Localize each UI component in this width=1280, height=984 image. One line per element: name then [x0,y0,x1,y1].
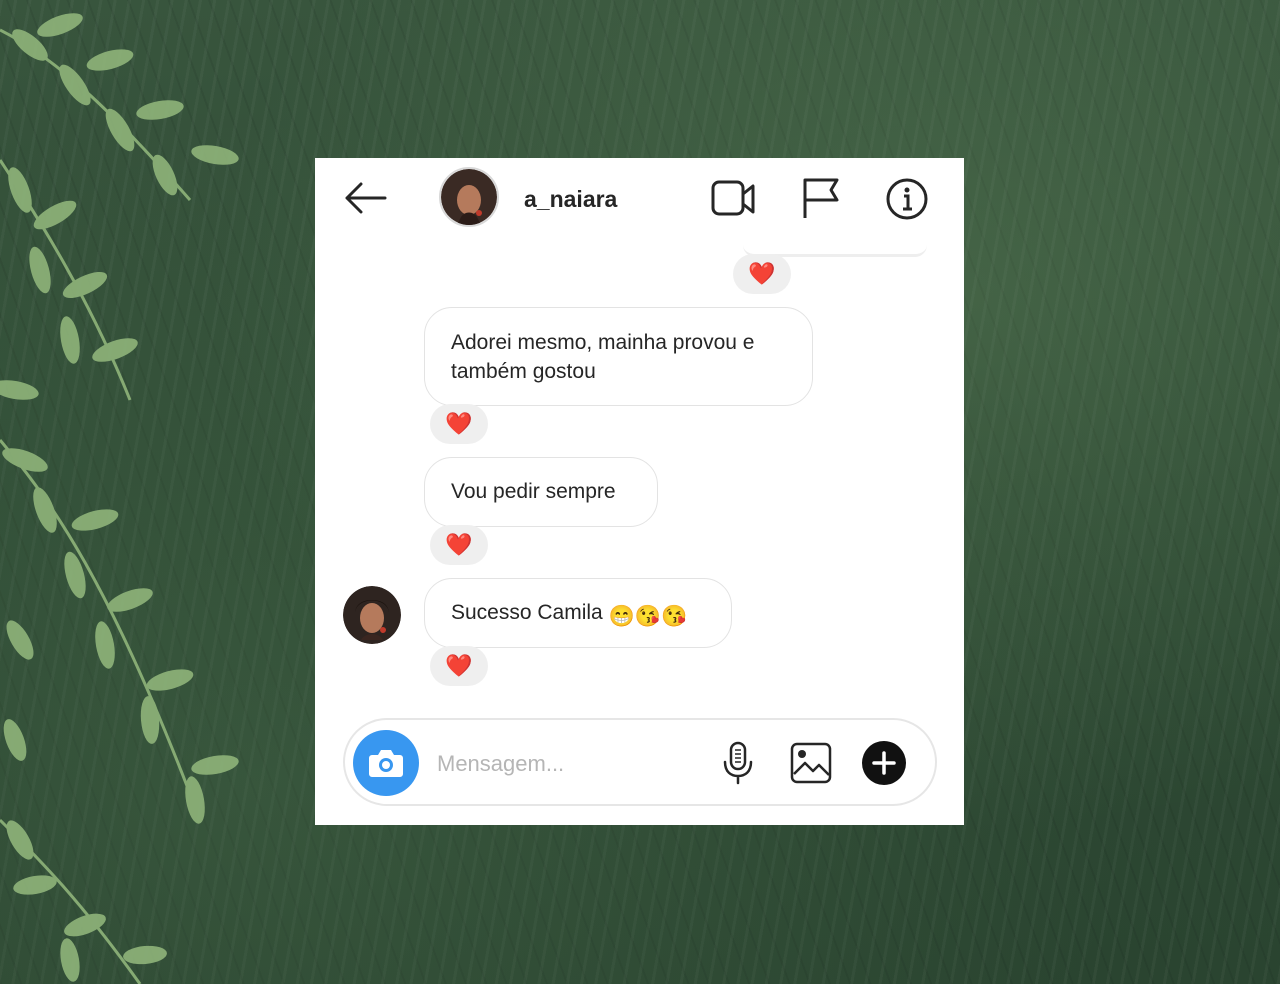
reaction-heart[interactable]: ❤️ [430,525,488,565]
message-bubble[interactable]: Adorei mesmo, mainha provou e também gos… [424,307,813,406]
more-options-button[interactable] [861,740,907,786]
flag-icon [803,178,839,218]
camera-icon [369,750,403,777]
back-arrow-icon [345,182,387,214]
direct-message-card: a_naiara ❤️ Adorei mesmo, mainha provou … [315,158,964,825]
reaction-heart[interactable]: ❤️ [430,646,488,686]
profile-avatar[interactable] [439,167,499,227]
reaction-heart[interactable]: ❤️ [430,404,488,444]
message-text: Adorei mesmo, mainha provou e também gos… [451,331,755,383]
chat-header: a_naiara [315,158,964,242]
camera-button[interactable] [353,730,419,796]
sender-avatar[interactable] [343,586,401,644]
avatar-image [343,586,401,644]
gallery-icon [790,742,832,784]
message-bubble[interactable]: Sucesso Camila 😁😘😘 [424,578,732,648]
plus-icon [862,741,906,785]
message-bubble[interactable]: Vou pedir sempre [424,457,658,527]
report-button[interactable] [799,176,847,222]
message-emoji: 😁😘😘 [608,605,688,628]
video-call-icon [711,180,755,216]
message-text: Vou pedir sempre [451,480,616,503]
avatar-image [441,169,497,225]
message-composer: Mensagem... [343,718,937,806]
voice-message-button[interactable] [715,740,761,786]
leaves-decoration [0,13,239,984]
gallery-button[interactable] [788,740,834,786]
video-call-button[interactable] [709,176,757,222]
info-icon [886,178,928,220]
message-text: Sucesso Camila [451,601,603,624]
reaction-heart[interactable]: ❤️ [733,254,791,294]
username-label[interactable]: a_naiara [524,186,617,213]
back-button[interactable] [341,178,391,218]
message-input[interactable] [433,738,717,790]
info-button[interactable] [883,176,931,222]
microphone-icon [723,741,753,785]
